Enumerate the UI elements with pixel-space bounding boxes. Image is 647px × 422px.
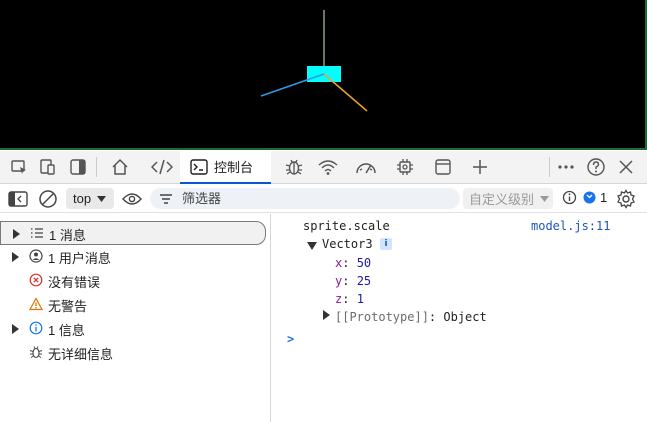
issues-count: 1 [600,190,608,205]
property-value: 25 [356,274,372,288]
chevron-down-icon [97,195,107,202]
property-value: 50 [356,256,372,270]
list-icon [30,226,44,240]
source-link[interactable]: model.js:11 [531,219,610,233]
welcome-home-icon[interactable] [107,155,133,179]
network-wifi-icon[interactable] [315,155,341,179]
context-select[interactable]: top [66,188,114,209]
z-axis-line [260,73,325,97]
sidebar-item-verbose[interactable]: 无详细信息 [0,341,266,363]
property-key: y [335,274,343,288]
property-key: z [335,292,343,306]
filter-input[interactable] [180,190,444,207]
scene-viewport[interactable] [0,0,647,150]
property-value: 1 [356,292,364,306]
sidebar-item-info[interactable]: 1 信息 [0,317,266,339]
context-select-value: top [73,191,92,206]
issues-chat-icon [583,191,596,204]
tab-console-label: 控制台 [214,160,254,175]
sidebar-item-warnings[interactable]: 无警告 [0,293,266,315]
expand-arrow-icon[interactable] [13,227,20,242]
x-axis-line [323,73,368,112]
property-row: y: 25 [335,274,372,288]
prototype-value: Object [443,310,487,324]
application-window-icon[interactable] [430,155,456,179]
devtools-tab-bar: 控制台 [0,151,647,184]
error-icon [29,273,43,287]
clear-console-icon[interactable] [35,187,61,211]
sidebar-item-label: 无详细信息 [48,347,114,362]
elements-code-icon[interactable] [149,155,175,179]
log-levels-label: 自定义级别 [469,192,535,207]
console-settings-gear-icon[interactable] [613,187,639,211]
object-type-label[interactable]: Vector3 [322,237,373,251]
bug-icon [29,345,43,359]
warning-icon [28,297,44,311]
property-row: z: 1 [335,292,364,306]
sidebar-item-label: 没有错误 [48,275,101,290]
property-row: x: 50 [335,256,372,270]
tab-console[interactable]: 控制台 [180,151,271,184]
console-toolbar: top 自定义级别 1 [0,185,647,213]
dock-side-icon[interactable] [65,155,91,179]
memory-chip-icon[interactable] [392,155,418,179]
console-output: sprite.scale model.js:11 Vector3 i x: 50… [272,214,647,422]
info-circle-icon [562,190,577,205]
toggle-sidebar-icon[interactable] [5,187,31,211]
sources-bug-icon[interactable] [281,155,307,179]
sidebar-item-user-messages[interactable]: 1 用户消息 [0,245,266,267]
more-menu-icon[interactable] [553,155,579,179]
log-message-text: sprite.scale [303,219,390,233]
add-panel-plus-icon[interactable] [467,155,493,179]
sidebar-item-label: 1 信息 [48,323,85,338]
help-question-icon[interactable] [583,155,609,179]
scene-canvas [260,10,368,112]
expand-down-arrow-icon[interactable] [307,239,317,253]
expand-arrow-icon[interactable] [323,309,330,323]
console-sidebar: 1 消息 1 用户消息 没有错误 无警告 1 信息 无详细信息 [0,214,271,422]
log-levels-dropdown[interactable]: 自定义级别 [463,188,553,209]
close-devtools-icon[interactable] [613,155,639,179]
sidebar-item-errors[interactable]: 没有错误 [0,269,266,291]
chevron-down-icon [540,195,550,202]
property-key: x [335,256,343,270]
filter-icon [160,193,172,204]
sidebar-item-messages[interactable]: 1 消息 [0,221,266,245]
inspect-element-icon[interactable] [6,155,32,179]
console-icon [190,158,208,175]
info-badge-icon[interactable]: i [380,238,392,250]
sidebar-item-label: 1 消息 [49,228,86,243]
prototype-row[interactable]: [[Prototype]]: Object [335,310,487,324]
prototype-label: [[Prototype]] [335,310,429,324]
sidebar-item-label: 无警告 [48,299,88,314]
user-icon [29,249,43,263]
device-toolbar-icon[interactable] [35,155,61,179]
expand-arrow-icon[interactable] [12,250,19,265]
expand-arrow-icon[interactable] [12,322,19,337]
filter-field[interactable] [150,188,460,209]
live-expression-eye-icon[interactable] [119,187,145,211]
info-icon [29,321,43,335]
console-prompt[interactable]: > [287,332,294,346]
sidebar-item-label: 1 用户消息 [48,251,111,266]
performance-gauge-icon[interactable] [353,155,379,179]
issues-counter[interactable]: 1 [562,190,607,205]
